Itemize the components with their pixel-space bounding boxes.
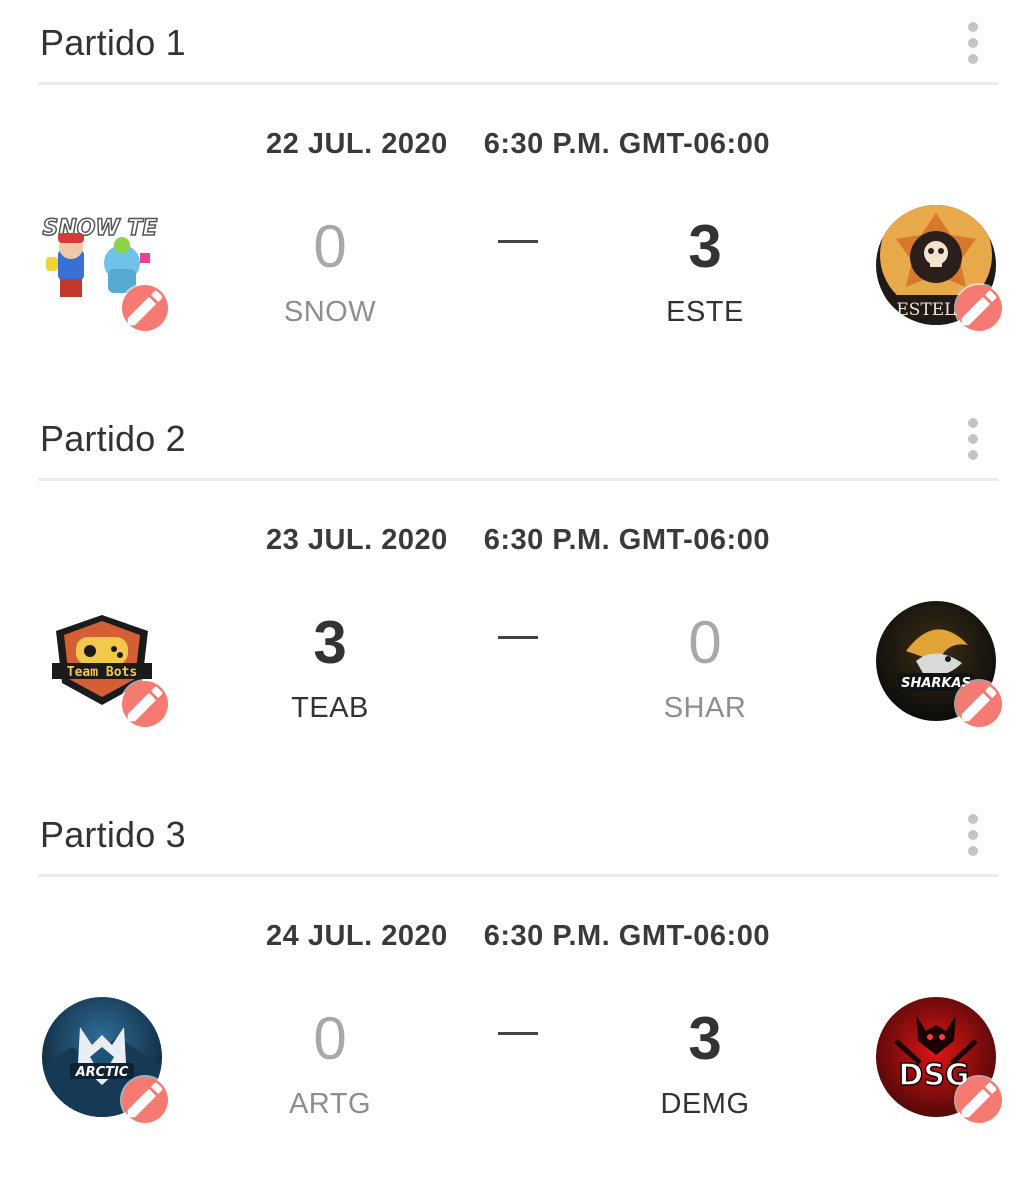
match-date: 24 JUL. 2020 [266,920,448,952]
edit-logo-button[interactable] [956,681,1002,727]
match-card-3: Partido 3 24 JUL. 2020 6:30 P.M. GMT-06:0… [0,792,1036,1188]
more-vertical-icon[interactable] [966,22,980,64]
home-score: 3 [313,609,347,676]
home-team-abbr[interactable]: SNOW [250,296,410,329]
dsg-team-logo[interactable]: DSG [876,997,1002,1123]
match-time: 6:30 P.M. GMT-06:00 [483,128,770,160]
edit-logo-button[interactable] [956,1077,1002,1123]
snow-team-logo[interactable]: SNOW TE [42,205,168,331]
match-date: 23 JUL. 2020 [266,524,448,556]
score-separator [498,636,538,639]
match-card-1: Partido 1 22 JUL. 2020 6:30 P.M. GMT-06:0… [0,0,1036,396]
home-score: 0 [313,213,347,280]
away-score: 0 [688,609,722,676]
home-team-abbr[interactable]: TEAB [250,692,410,725]
match-datetime: 23 JUL. 2020 6:30 P.M. GMT-06:00 [0,524,1036,557]
match-time: 6:30 P.M. GMT-06:00 [483,920,770,952]
match-datetime: 22 JUL. 2020 6:30 P.M. GMT-06:00 [0,128,1036,161]
pencil-icon [127,686,163,722]
match-title: Partido 1 [40,22,186,63]
match-datetime: 24 JUL. 2020 6:30 P.M. GMT-06:00 [0,920,1036,953]
pencil-icon [961,1082,997,1118]
match-card-2: Partido 2 23 JUL. 2020 6:30 P.M. GMT-06:0… [0,396,1036,792]
match-title: Partido 3 [40,814,186,855]
home-score: 0 [313,1005,347,1072]
away-team-abbr[interactable]: DEMG [625,1088,785,1121]
edit-logo-button[interactable] [122,285,168,331]
match-header: Partido 2 [38,396,998,481]
away-team-abbr[interactable]: ESTE [625,296,785,329]
away-score: 3 [688,1005,722,1072]
estelar-team-logo[interactable]: ESTELA [876,205,1002,331]
more-vertical-icon[interactable] [966,814,980,856]
match-date: 22 JUL. 2020 [266,128,448,160]
pencil-icon [961,686,997,722]
sharkas-team-logo[interactable]: SHARKAS [876,601,1002,727]
edit-logo-button[interactable] [122,681,168,727]
pencil-icon [961,290,997,326]
arctic-gaming-logo[interactable]: ARCTIC [42,997,168,1123]
match-time: 6:30 P.M. GMT-06:00 [483,524,770,556]
pencil-icon [127,1082,163,1118]
team-bots-logo[interactable]: Team Bots [42,601,168,727]
away-team-abbr[interactable]: SHAR [625,692,785,725]
score-separator [498,240,538,243]
pencil-icon [127,290,163,326]
arctic-logo-text: ARCTIC [75,1065,129,1080]
edit-logo-button[interactable] [956,285,1002,331]
edit-logo-button[interactable] [122,1077,168,1123]
home-team-abbr[interactable]: ARTG [250,1088,410,1121]
match-title: Partido 2 [40,418,186,459]
score-separator [498,1032,538,1035]
away-score: 3 [688,213,722,280]
more-vertical-icon[interactable] [966,418,980,460]
match-header: Partido 1 [38,0,998,85]
match-header: Partido 3 [38,792,998,877]
